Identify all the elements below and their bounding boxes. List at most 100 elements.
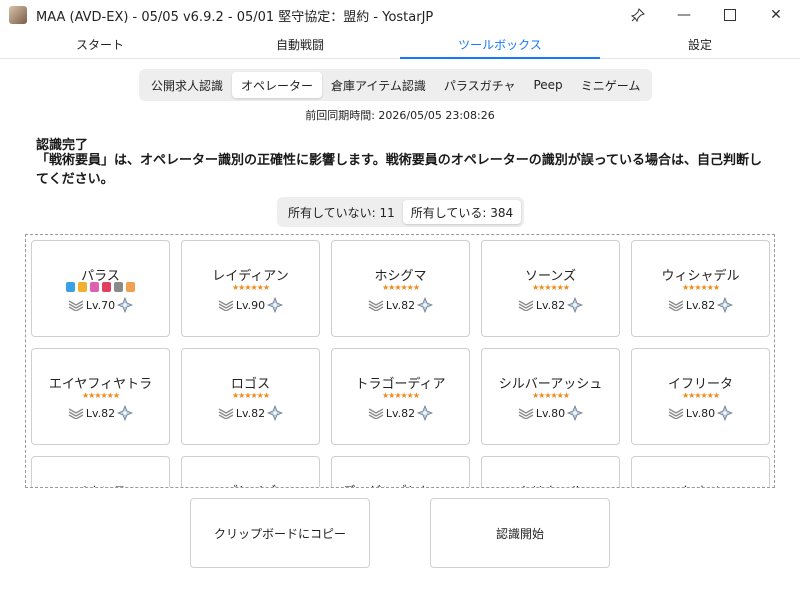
operator-level: Lv.80 <box>535 406 566 420</box>
potential-icon <box>567 404 584 422</box>
maximize-button[interactable] <box>707 0 753 30</box>
operator-level-row: Lv.82 <box>182 404 319 422</box>
operator-card: ホシグマ ★★★★★★ Lv.82 <box>331 240 470 337</box>
operator-level: Lv.82 <box>385 406 416 420</box>
main-tabs: スタート 自動戦闘 ツールボックス 設定 <box>0 30 800 59</box>
window-title: MAA (AVD-EX) - 05/05 v6.9.2 - 05/01 堅守協定… <box>36 10 434 25</box>
operator-name: イフリータ <box>667 377 733 392</box>
operator-name: ペナンス <box>32 481 169 487</box>
operator-rarity-stars: ★★★★★★ <box>531 391 570 400</box>
start-recognition-button[interactable]: 認識開始 <box>430 498 610 568</box>
operator-card: レイディアン ★★★★★★ Lv.90 <box>181 240 320 337</box>
elite-rank-icon <box>518 407 534 420</box>
module-icon <box>66 282 75 292</box>
elite-rank-icon <box>368 407 384 420</box>
elite-rank-icon <box>218 299 234 312</box>
operator-level: Lv.90 <box>235 298 266 312</box>
elite-rank-icon <box>68 407 84 420</box>
operator-level-row: Lv.82 <box>332 296 469 314</box>
operator-name: ブレイズ <box>182 481 319 487</box>
operator-card: ロゴス ★★★★★★ Lv.82 <box>181 348 320 445</box>
close-button[interactable]: ✕ <box>753 0 799 30</box>
subtab-recruit-recognition[interactable]: 公開求人認識 <box>142 72 232 98</box>
operator-level: Lv.82 <box>385 298 416 312</box>
operator-card: ペナンス★★★★★★ <box>31 456 170 487</box>
operator-card: トラゴーディア ★★★★★★ Lv.82 <box>331 348 470 445</box>
operator-card: デーゲンブレヒャー★★★★★★ <box>331 456 470 487</box>
close-icon: ✕ <box>770 7 782 23</box>
app-logo-icon <box>9 6 27 24</box>
module-icon <box>102 282 111 292</box>
potential-icon <box>267 296 284 314</box>
module-icon <box>90 282 99 292</box>
operator-name: シルバーアッシュ <box>498 377 603 392</box>
operator-modules <box>32 282 169 292</box>
potential-icon <box>267 404 284 422</box>
operator-rarity-stars: ★★★★★★ <box>681 283 720 292</box>
operator-card: イフリータ ★★★★★★ Lv.80 <box>631 348 770 445</box>
subtab-peep[interactable]: Peep <box>524 72 571 98</box>
operator-card: ウィシャデル ★★★★★★ Lv.82 <box>631 240 770 337</box>
operator-level-row: Lv.70 <box>32 296 169 314</box>
maximize-icon <box>724 9 736 21</box>
operator-name: ソーンズ <box>524 269 577 284</box>
ownership-filter: 所有していない: 11 所有している: 384 <box>277 197 525 227</box>
potential-icon <box>117 404 134 422</box>
operator-rarity-stars: ★★★★★★ <box>531 283 570 292</box>
minimize-icon: — <box>677 7 691 23</box>
potential-icon <box>567 296 584 314</box>
operator-level-row: Lv.82 <box>632 296 769 314</box>
tab-start[interactable]: スタート <box>0 30 200 58</box>
operator-level: Lv.82 <box>85 406 116 420</box>
operator-level-row: Lv.90 <box>182 296 319 314</box>
potential-icon <box>717 404 734 422</box>
elite-rank-icon <box>68 299 84 312</box>
tab-auto-battle[interactable]: 自動戦闘 <box>200 30 400 58</box>
operator-name: ムリナール <box>482 481 619 487</box>
operator-card: ブレイズ★★★★★★ <box>181 456 320 487</box>
copy-to-clipboard-button[interactable]: クリップボードにコピー <box>190 498 370 568</box>
operator-name: デーゲンブレヒャー <box>332 481 469 487</box>
operator-card: ケオベ★★★★★★ <box>631 456 770 487</box>
module-icon <box>114 282 123 292</box>
title-bar: MAA (AVD-EX) - 05/05 v6.9.2 - 05/01 堅守協定… <box>0 0 800 30</box>
operator-card: パラス Lv.70 <box>31 240 170 337</box>
status-message: 「戦術要員」は、オペレーター識別の正確性に影響します。戦術要員のオペレーターの識… <box>36 153 763 187</box>
operator-rarity-stars: ★★★★★★ <box>381 283 420 292</box>
operator-name: エイヤフィヤトラ <box>48 377 153 392</box>
operator-card: ムリナール★★★★★★ <box>481 456 620 487</box>
toolbox-subtabs: 公開求人認識 オペレーター 倉庫アイテム認識 パラスガチャ Peep ミニゲーム <box>139 69 653 101</box>
operator-level: Lv.82 <box>535 298 566 312</box>
minimize-button[interactable]: — <box>661 0 707 30</box>
elite-rank-icon <box>668 407 684 420</box>
operator-name: ケオベ <box>632 481 769 487</box>
filter-owned[interactable]: 所有している: 384 <box>402 200 522 224</box>
potential-icon <box>717 296 734 314</box>
operator-rarity-stars: ★★★★★★ <box>231 283 270 292</box>
operator-level: Lv.82 <box>685 298 716 312</box>
operator-level-row: Lv.80 <box>482 404 619 422</box>
operator-level-row: Lv.82 <box>32 404 169 422</box>
operator-rarity-stars: ★★★★★★ <box>681 391 720 400</box>
last-sync-time: 前回同期時間: 2026/05/05 23:08:26 <box>305 109 495 122</box>
operator-name: トラゴーディア <box>355 377 446 392</box>
subtab-minigame[interactable]: ミニゲーム <box>572 72 650 98</box>
subtab-gacha[interactable]: パラスガチャ <box>435 72 525 98</box>
operator-rarity-stars: ★★★★★★ <box>381 391 420 400</box>
operator-grid: パラス Lv.70 レイディアン ★★★★★★ Lv.90 ホシグマ ★★★★★★ Lv.82… <box>31 240 770 487</box>
potential-icon <box>417 404 434 422</box>
tab-settings[interactable]: 設定 <box>600 30 800 58</box>
operator-rarity-stars: ★★★★★★ <box>231 391 270 400</box>
operator-level: Lv.82 <box>235 406 266 420</box>
operator-level-row: Lv.82 <box>332 404 469 422</box>
subtab-operator[interactable]: オペレーター <box>232 72 323 98</box>
subtab-depot-recognition[interactable]: 倉庫アイテム認識 <box>322 72 435 98</box>
potential-icon <box>117 296 134 314</box>
pin-icon[interactable] <box>615 0 661 30</box>
operator-level: Lv.80 <box>685 406 716 420</box>
operator-level-row: Lv.82 <box>482 296 619 314</box>
filter-not-owned[interactable]: 所有していない: 11 <box>280 200 403 224</box>
operator-list[interactable]: パラス Lv.70 レイディアン ★★★★★★ Lv.90 ホシグマ ★★★★★★ Lv.82… <box>25 234 775 488</box>
operator-name: ウィシャデル <box>661 269 740 284</box>
tab-toolbox[interactable]: ツールボックス <box>400 30 600 59</box>
